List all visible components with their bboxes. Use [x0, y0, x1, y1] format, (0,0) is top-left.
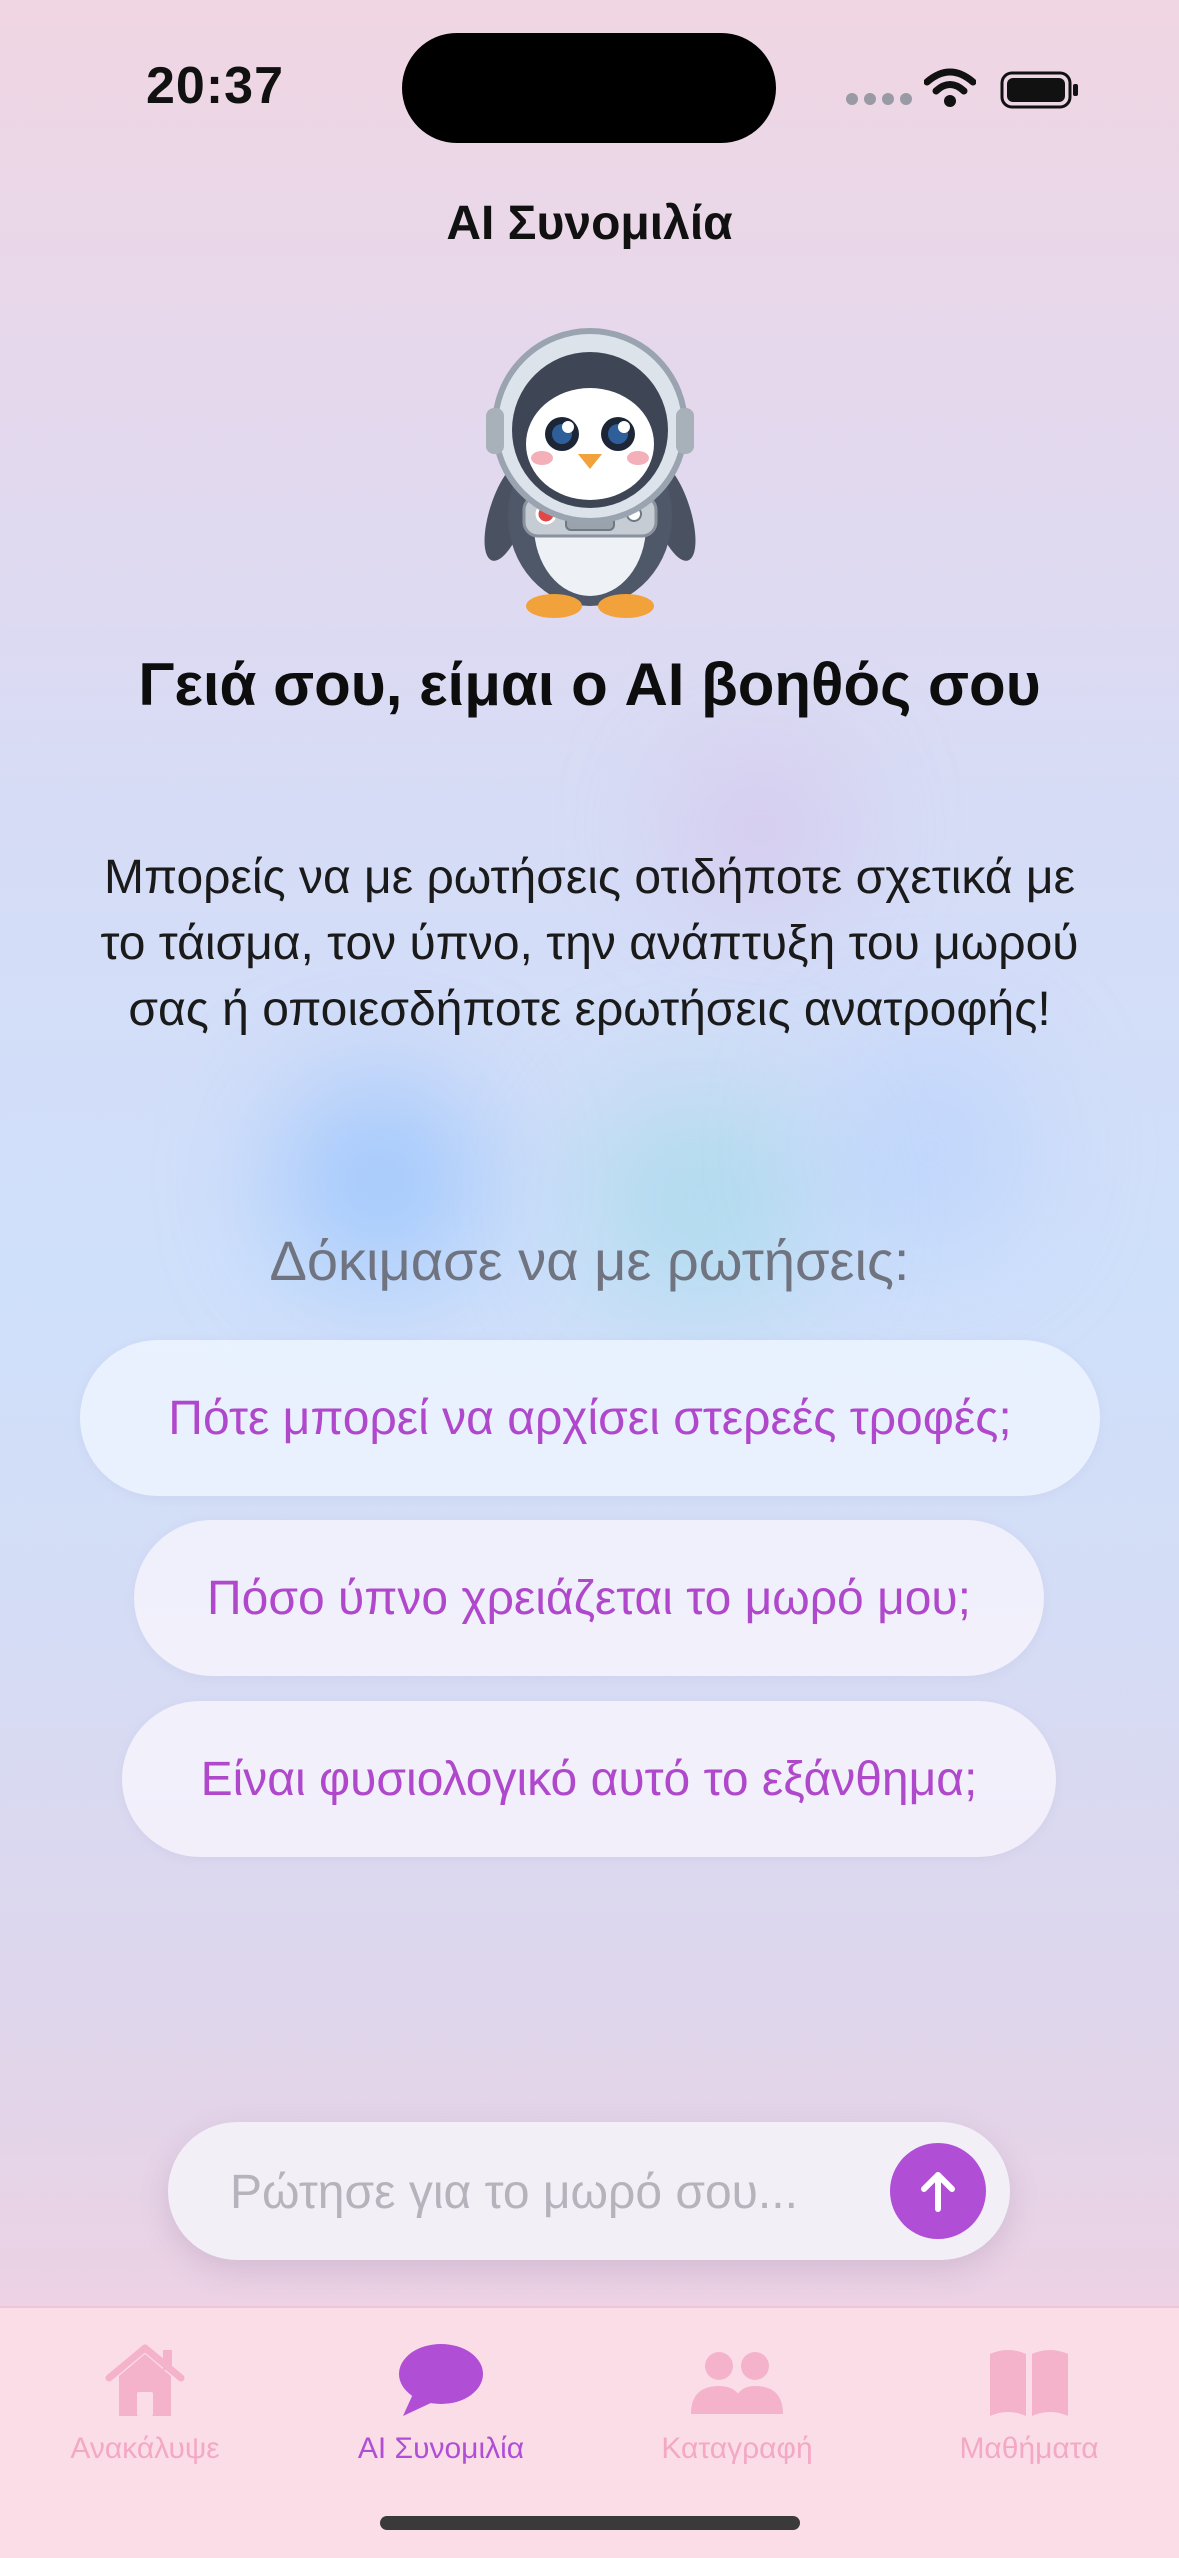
tab-discover[interactable]: Ανακάλυψε [20, 2328, 270, 2466]
chat-bubble-icon [316, 2328, 566, 2418]
suggestion-chip[interactable]: Πότε μπορεί να αρχίσει στερεές τροφές; [80, 1340, 1100, 1496]
message-composer [168, 2122, 1010, 2260]
suggestion-chip-label: Πότε μπορεί να αρχίσει στερεές τροφές; [168, 1391, 1012, 1445]
suggestion-chip-label: Πόσο ύπνο χρειάζεται το μωρό μου; [206, 1571, 972, 1625]
page-title: AI Συνομιλία [446, 197, 733, 250]
astronaut-penguin-icon [470, 326, 710, 626]
tab-label: Ανακάλυψε [70, 2432, 220, 2465]
status-bar: 20:37 [0, 0, 1179, 170]
home-indicator[interactable] [380, 2516, 800, 2530]
suggestion-chip-label: Είναι φυσιολογικό αυτό το εξάνθημα; [200, 1752, 978, 1806]
signal-dots-icon [846, 92, 918, 110]
suggestion-chip[interactable]: Πόσο ύπνο χρειάζεται το μωρό μου; [134, 1520, 1044, 1676]
status-time: 20:37 [146, 57, 284, 115]
arrow-up-icon [921, 2172, 955, 2212]
suggestion-chip[interactable]: Είναι φυσιολογικό αυτό το εξάνθημα; [122, 1701, 1056, 1857]
home-icon [20, 2328, 270, 2418]
message-input[interactable] [228, 2158, 852, 2226]
tab-label: Καταγραφή [661, 2432, 813, 2465]
tab-label: AI Συνομιλία [357, 2432, 525, 2465]
suggestions-header: Δόκιμασε να με ρωτήσεις: [269, 1229, 910, 1292]
people-icon [612, 2328, 862, 2418]
intro-description: Μπορείς να με ρωτήσεις οτιδήποτε σχετικά… [100, 851, 1079, 1036]
battery-icon [1000, 70, 1080, 115]
tab-records[interactable]: Καταγραφή [612, 2328, 862, 2466]
greeting-heading: Γειά σου, είμαι ο AI βοηθός σου [138, 651, 1041, 718]
tab-lessons[interactable]: Μαθήματα [904, 2328, 1154, 2466]
background-blur-blob [830, 1040, 1030, 1260]
send-button[interactable] [890, 2143, 986, 2239]
dynamic-island [402, 33, 776, 143]
book-icon [904, 2328, 1154, 2418]
tab-ai-chat[interactable]: AI Συνομιλία [316, 2328, 566, 2466]
wifi-icon [923, 68, 977, 113]
tab-label: Μαθήματα [959, 2432, 1099, 2465]
